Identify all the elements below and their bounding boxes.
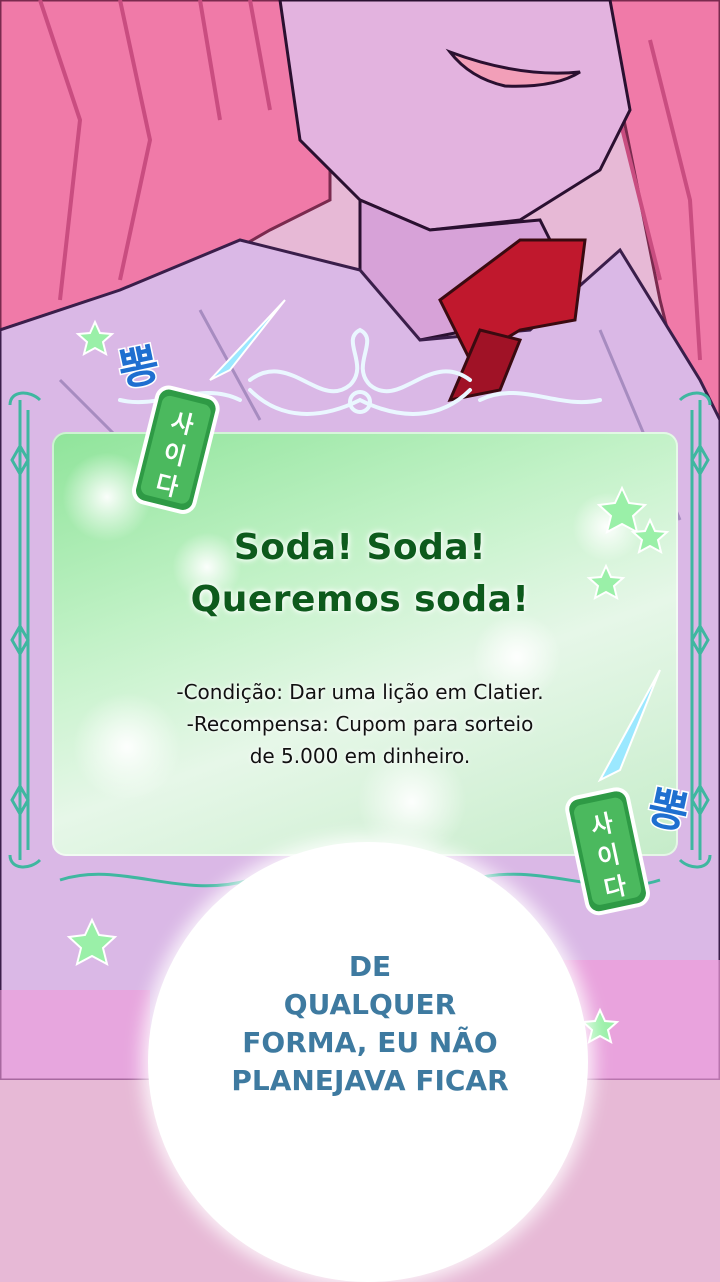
star-icon [586,563,626,600]
speech-text: DE QUALQUER FORMA, EU NÃO PLANEJAVA FICA… [180,948,560,1100]
star-icon [596,485,648,534]
speech-line: PLANEJAVA FICAR [231,1064,509,1097]
speech-line: FORMA, EU NÃO [242,1026,498,1059]
star-icon [75,319,115,356]
speech-line: DE [348,950,392,983]
star-icon [630,517,670,554]
speech-line: QUALQUER [283,988,457,1021]
star-icon [580,1007,620,1044]
star-icon [66,917,118,966]
sound-effect-text: 뽕 [643,782,693,840]
sound-effect-text: 뽕 [114,339,164,397]
